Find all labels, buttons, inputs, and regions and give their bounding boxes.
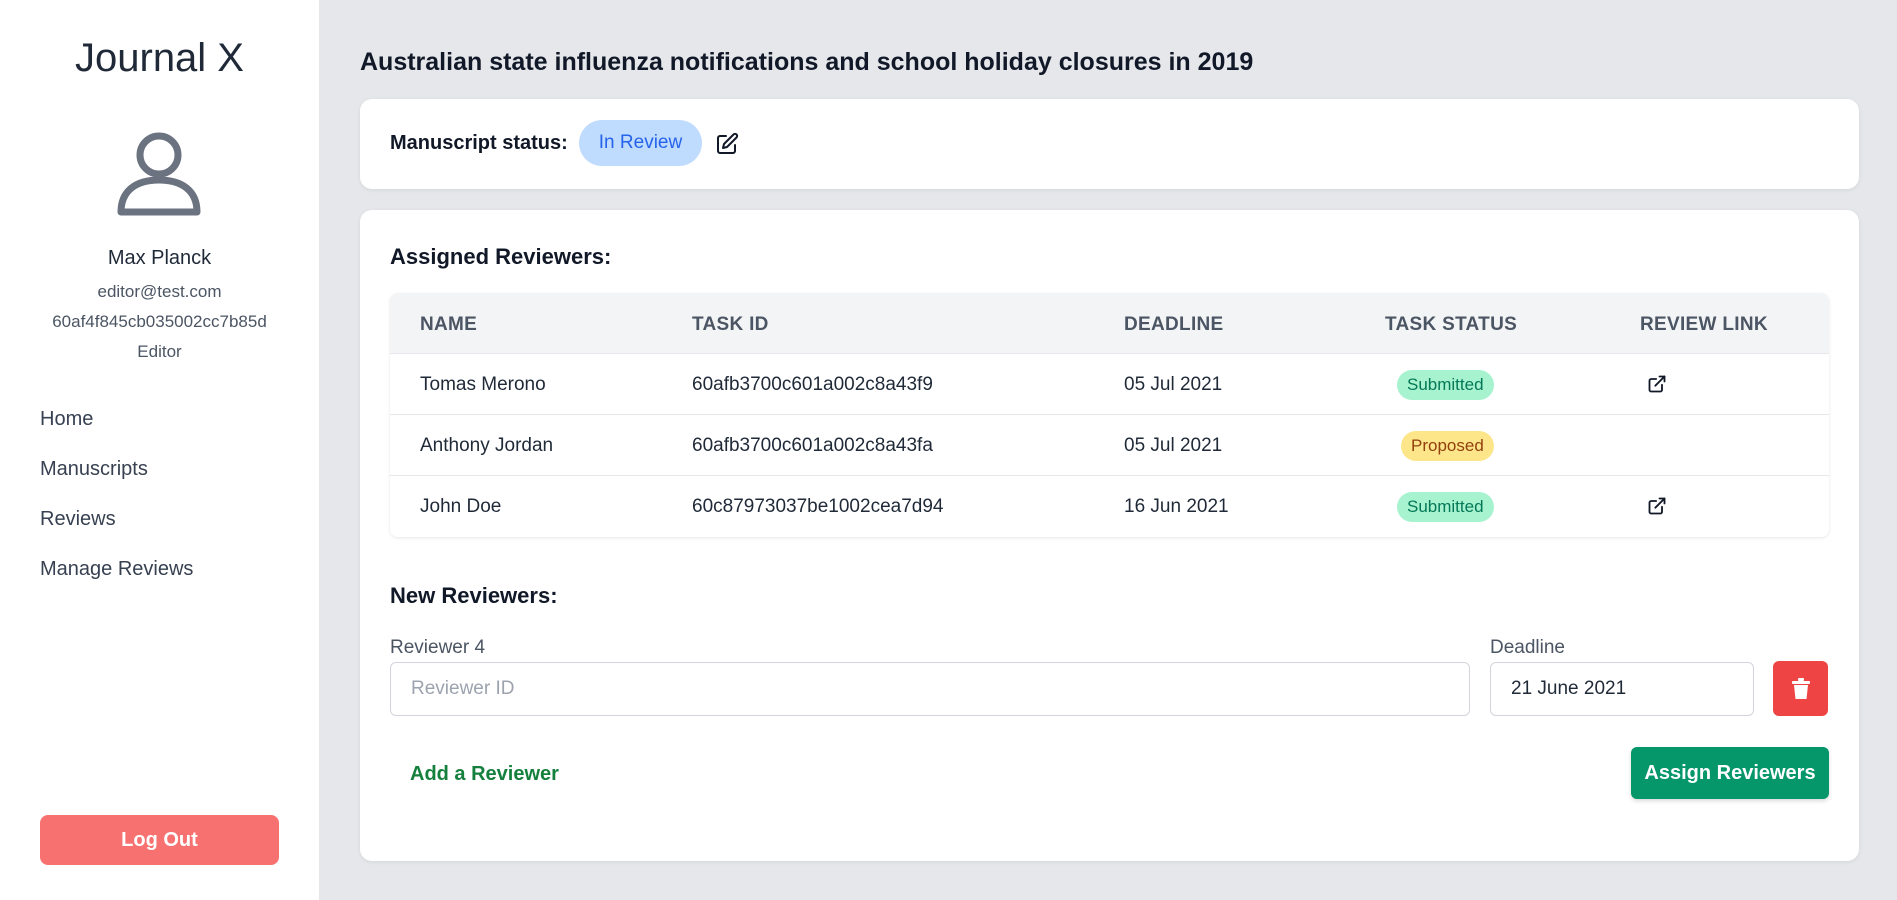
column-header-deadline: DEADLINE: [1124, 314, 1224, 335]
column-header-name: NAME: [420, 314, 478, 335]
user-role: Editor: [137, 342, 182, 361]
deadline: 05 Jul 2021: [1124, 374, 1223, 395]
reviewer-name: Tomas Merono: [420, 374, 546, 395]
deadline: 05 Jul 2021: [1124, 435, 1223, 456]
nav-item-reviews[interactable]: Reviews: [40, 505, 193, 555]
task-status-badge: Submitted: [1397, 370, 1494, 400]
delete-reviewer-button[interactable]: [1773, 661, 1828, 716]
status-label: Manuscript status:: [390, 132, 568, 154]
add-reviewer-button[interactable]: Add a Reviewer: [410, 763, 559, 786]
external-link-icon[interactable]: [1647, 496, 1667, 516]
table-row: John Doe 60c87973037be1002cea7d94 16 Jun…: [390, 476, 1829, 537]
status-card: Manuscript status: In Review: [360, 99, 1859, 189]
task-id: 60c87973037be1002cea7d94: [692, 496, 944, 517]
sidebar: Journal X Max Planck editor@test.com 60a…: [0, 0, 319, 900]
task-id: 60afb3700c601a002c8a43f9: [692, 374, 933, 395]
deadline-input[interactable]: [1490, 662, 1754, 716]
deadline-field-label: Deadline: [1490, 637, 1565, 658]
reviewers-table: NAME TASK ID DEADLINE TASK STATUS REVIEW…: [390, 293, 1829, 537]
column-header-review-link: REVIEW LINK: [1640, 314, 1768, 335]
external-link-icon[interactable]: [1647, 374, 1667, 394]
reviewer-field-label: Reviewer 4: [390, 637, 486, 658]
nav-item-manage-reviews[interactable]: Manage Reviews: [40, 555, 193, 605]
column-header-task-status: TASK STATUS: [1385, 314, 1518, 335]
reviewer-id-input[interactable]: [390, 662, 1470, 716]
table-row: Tomas Merono 60afb3700c601a002c8a43f9 05…: [390, 354, 1829, 415]
table-row: Anthony Jordan 60afb3700c601a002c8a43fa …: [390, 415, 1829, 476]
logout-button[interactable]: Log Out: [40, 815, 279, 865]
assigned-reviewers-title: Assigned Reviewers:: [390, 244, 612, 269]
reviewer-name: Anthony Jordan: [420, 435, 554, 456]
task-status-badge: Submitted: [1397, 492, 1494, 522]
trash-icon: [1792, 678, 1810, 699]
user-name: Max Planck: [107, 247, 212, 269]
user-avatar-icon: [117, 132, 201, 216]
reviewers-card: Assigned Reviewers: NAME TASK ID DEADLIN…: [360, 210, 1859, 861]
user-id: 60af4f845cb035002cc7b85d: [52, 312, 267, 331]
nav-item-manuscripts[interactable]: Manuscripts: [40, 455, 193, 505]
sidebar-nav: Home Manuscripts Reviews Manage Reviews: [40, 405, 193, 605]
edit-icon[interactable]: [715, 132, 739, 156]
task-status-badge: Proposed: [1401, 431, 1494, 461]
page-title: Australian state influenza notifications…: [360, 48, 1254, 76]
status-badge: In Review: [579, 120, 702, 166]
deadline: 16 Jun 2021: [1124, 496, 1229, 517]
reviewer-name: John Doe: [420, 496, 502, 517]
assign-reviewers-button[interactable]: Assign Reviewers: [1631, 747, 1829, 799]
nav-item-home[interactable]: Home: [40, 405, 193, 455]
new-reviewers-title: New Reviewers:: [390, 583, 558, 608]
table-header: NAME TASK ID DEADLINE TASK STATUS REVIEW…: [390, 293, 1829, 354]
app-title: Journal X: [75, 36, 244, 80]
column-header-task-id: TASK ID: [692, 314, 769, 335]
user-email: editor@test.com: [97, 282, 222, 301]
task-id: 60afb3700c601a002c8a43fa: [692, 435, 933, 456]
